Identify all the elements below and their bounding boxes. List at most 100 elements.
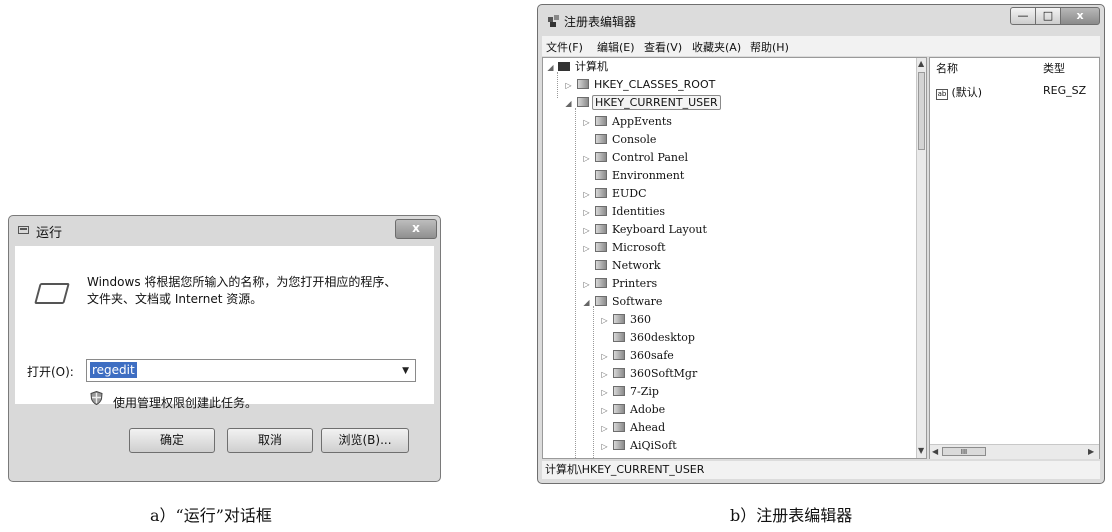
collapsed-arrow-icon[interactable]: ▷ <box>581 204 592 222</box>
registry-tree[interactable]: ◢ 计算机 ▷ HKEY_CLASSES_ROOT ◢ HKEY_CURRENT_US… <box>542 57 927 459</box>
values-horizontal-scrollbar[interactable]: ◀ III ▶ <box>930 444 1099 459</box>
tree-node-360[interactable]: ▷ 360 <box>599 311 653 329</box>
collapsed-arrow-icon[interactable]: ▷ <box>599 366 610 384</box>
menu-help[interactable]: 帮助(H) <box>750 39 789 55</box>
tree-node-hkcu[interactable]: ◢ HKEY_CURRENT_USER <box>563 94 721 112</box>
run-titlebar[interactable]: 运行 x <box>9 216 440 246</box>
tree-node-identities[interactable]: ▷ Identities <box>581 203 667 221</box>
run-app-icon <box>34 283 70 304</box>
registry-close-button[interactable]: x <box>1060 7 1100 25</box>
tree-node-computer[interactable]: ◢ 计算机 <box>545 58 610 76</box>
tree-node-control-panel[interactable]: ▷ Control Panel <box>581 149 690 167</box>
minimize-icon: — <box>1017 9 1029 22</box>
run-description-line2: 文件夹、文档或 Internet 资源。 <box>87 292 263 306</box>
collapsed-arrow-icon[interactable]: ▷ <box>581 186 592 204</box>
tree-node-network[interactable]: Network <box>581 257 663 275</box>
string-value-icon: ab <box>936 89 948 100</box>
collapsed-arrow-icon[interactable]: ▷ <box>599 420 610 438</box>
scroll-up-icon[interactable]: ▲ <box>918 59 924 68</box>
folder-icon <box>577 79 589 89</box>
chevron-down-icon[interactable]: ▼ <box>402 366 409 376</box>
open-combobox[interactable]: regedit ▼ <box>86 359 416 382</box>
expanded-arrow-icon[interactable]: ◢ <box>563 95 574 113</box>
close-icon: x <box>1076 9 1084 22</box>
cancel-button[interactable]: 取消 <box>227 428 313 453</box>
folder-icon <box>595 242 607 252</box>
folder-icon <box>595 188 607 198</box>
folder-icon <box>595 152 607 162</box>
menu-view[interactable]: 查看(V) <box>644 39 682 55</box>
run-window-icon <box>18 226 29 234</box>
collapsed-arrow-icon[interactable]: ▷ <box>581 150 592 168</box>
minimize-button[interactable]: — <box>1010 7 1036 25</box>
ok-button[interactable]: 确定 <box>129 428 215 453</box>
folder-icon <box>595 224 607 234</box>
tree-node-hkcr[interactable]: ▷ HKEY_CLASSES_ROOT <box>563 76 717 94</box>
scroll-right-icon[interactable]: ▶ <box>1088 447 1094 456</box>
registry-editor-window: 注册表编辑器 — □ x 文件(F) 编辑(E) 查看(V) 收藏夹(A) 帮助… <box>537 4 1105 484</box>
tree-node-keyboard-layout[interactable]: ▷ Keyboard Layout <box>581 221 709 239</box>
tree-node-aiqisoft[interactable]: ▷ AiQiSoft <box>599 437 679 455</box>
tree-node-360safe[interactable]: ▷ 360safe <box>599 347 676 365</box>
tree-node-console[interactable]: Console <box>581 131 658 149</box>
status-bar: 计算机\HKEY_CURRENT_USER <box>542 461 1100 479</box>
value-row[interactable]: ab (默认) REG_SZ <box>936 84 1096 100</box>
value-type: REG_SZ <box>1043 84 1087 97</box>
caption-a: a）“运行”对话框 <box>150 506 272 525</box>
tree-node-eudc[interactable]: ▷ EUDC <box>581 185 649 203</box>
browse-button[interactable]: 浏览(B)... <box>321 428 409 453</box>
values-scroll-thumb[interactable]: III <box>942 447 986 456</box>
collapsed-arrow-icon[interactable]: ▷ <box>581 222 592 240</box>
tree-node-microsoft[interactable]: ▷ Microsoft <box>581 239 668 257</box>
run-dialog: 运行 x Windows 将根据您所输入的名称，为您打开相应的程序、 文件夹、文… <box>8 215 441 482</box>
tree-node-environment[interactable]: Environment <box>581 167 686 185</box>
folder-icon <box>595 296 607 306</box>
tree-vertical-scrollbar[interactable]: ▲ ▼ <box>916 58 926 458</box>
menu-bar: 文件(F) 编辑(E) 查看(V) 收藏夹(A) 帮助(H) <box>542 36 1100 56</box>
folder-icon <box>595 170 607 180</box>
open-input-value[interactable]: regedit <box>90 362 137 378</box>
tree-node-360softmgr[interactable]: ▷ 360SoftMgr <box>599 365 699 383</box>
collapsed-arrow-icon[interactable]: ▷ <box>599 402 610 420</box>
tree-node-ahead[interactable]: ▷ Ahead <box>599 419 667 437</box>
collapsed-arrow-icon[interactable]: ▷ <box>599 438 610 456</box>
collapsed-arrow-icon[interactable]: ▷ <box>581 276 592 294</box>
folder-icon <box>613 440 625 450</box>
folder-icon <box>595 116 607 126</box>
registry-values-list[interactable]: 名称 类型 ab (默认) REG_SZ ◀ III ▶ <box>929 57 1100 459</box>
expanded-arrow-icon[interactable]: ◢ <box>545 59 556 77</box>
tree-node-appevents[interactable]: ▷ AppEvents <box>581 113 674 131</box>
tree-node-7zip[interactable]: ▷ 7-Zip <box>599 383 661 401</box>
computer-icon <box>558 62 570 71</box>
scroll-left-icon[interactable]: ◀ <box>932 447 938 456</box>
tree-scroll-thumb[interactable] <box>918 72 925 150</box>
column-header-name[interactable]: 名称 <box>936 60 958 76</box>
collapsed-arrow-icon[interactable]: ▷ <box>581 114 592 132</box>
collapsed-arrow-icon[interactable]: ▷ <box>563 77 574 95</box>
tree-node-software[interactable]: ◢ Software <box>581 293 664 311</box>
maximize-icon: □ <box>1042 9 1054 22</box>
tree-node-360desktop[interactable]: 360desktop <box>599 329 697 347</box>
column-header-type[interactable]: 类型 <box>1043 60 1065 76</box>
folder-icon <box>595 206 607 216</box>
tree-node-adobe[interactable]: ▷ Adobe <box>599 401 667 419</box>
menu-file[interactable]: 文件(F) <box>546 39 583 55</box>
folder-icon <box>613 386 625 396</box>
collapsed-arrow-icon[interactable]: ▷ <box>599 348 610 366</box>
maximize-button[interactable]: □ <box>1035 7 1061 25</box>
collapsed-arrow-icon[interactable]: ▷ <box>581 240 592 258</box>
close-button[interactable]: x <box>395 219 437 239</box>
folder-icon <box>595 134 607 144</box>
menu-favorites[interactable]: 收藏夹(A) <box>692 39 741 55</box>
folder-icon <box>613 404 625 414</box>
scroll-down-icon[interactable]: ▼ <box>918 446 924 455</box>
caption-b: b）注册表编辑器 <box>730 506 853 525</box>
menu-edit[interactable]: 编辑(E) <box>597 39 635 55</box>
folder-icon <box>613 368 625 378</box>
collapsed-arrow-icon[interactable]: ▷ <box>599 384 610 402</box>
tree-node-printers[interactable]: ▷ Printers <box>581 275 659 293</box>
collapsed-arrow-icon[interactable]: ▷ <box>599 312 610 330</box>
folder-icon <box>577 97 589 107</box>
expanded-arrow-icon[interactable]: ◢ <box>581 294 592 312</box>
folder-icon <box>613 314 625 324</box>
